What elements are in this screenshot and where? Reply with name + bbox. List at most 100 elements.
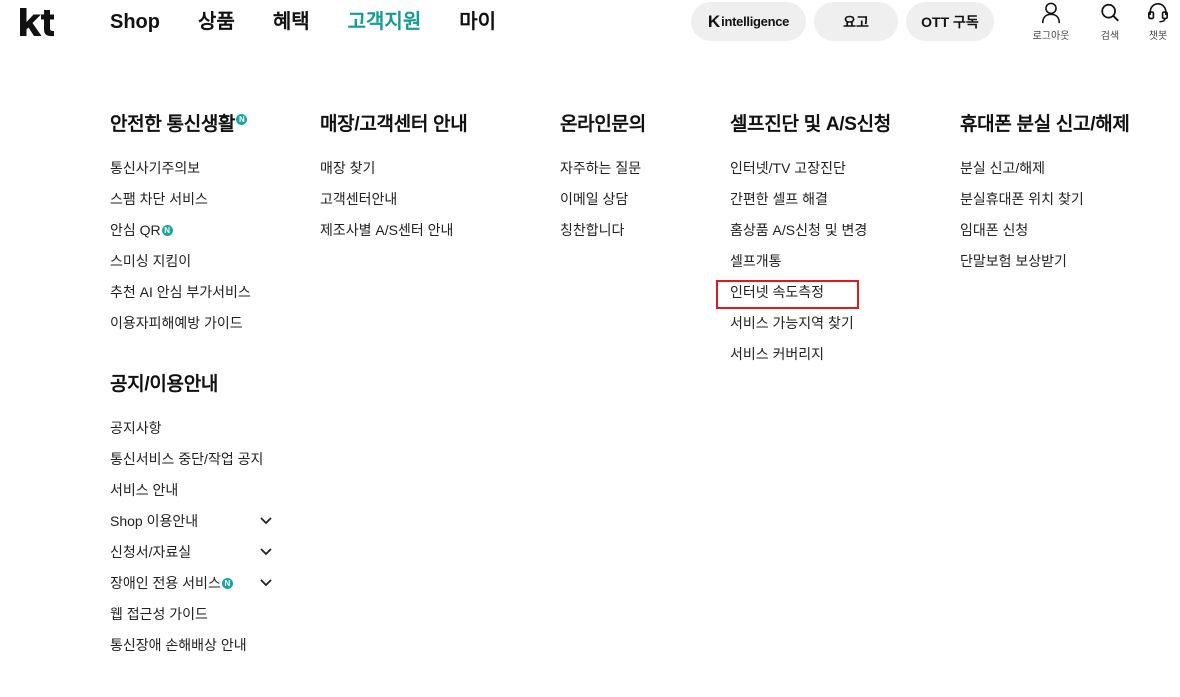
web-accessibility-link[interactable]: 웹 접근성 가이드 xyxy=(110,604,208,624)
new-badge-icon: N xyxy=(236,114,248,125)
gnb-my[interactable]: 마이 xyxy=(459,9,496,35)
list-item: 스미싱 지킴이 xyxy=(110,251,251,282)
rental-phone-link[interactable]: 임대폰 신청 xyxy=(960,220,1028,240)
service-coverage-link[interactable]: 서비스 커버리지 xyxy=(730,344,824,364)
section-title: 셀프진단 및 A/S신청 xyxy=(730,114,891,135)
global-nav: Shop 상품 혜택 고객지원 마이 xyxy=(110,9,496,35)
gnb-shop[interactable]: Shop xyxy=(110,9,160,35)
list-item: 서비스 안내 xyxy=(110,480,280,511)
gnb-benefits[interactable]: 혜택 xyxy=(273,9,310,35)
list-item: 서비스 커버리지 xyxy=(730,344,891,375)
k-intelligence-label: intelligence xyxy=(721,14,790,29)
fraud-alert-link[interactable]: 통신사기주의보 xyxy=(110,158,200,178)
chatbot-label: 챗봇 xyxy=(1148,31,1168,42)
k-mark-icon: K xyxy=(707,11,720,31)
list-item: 제조사별 A/S센터 안내 xyxy=(320,220,467,251)
link-list: 통신사기주의보 스팸 차단 서비스 안심 QR N 스미싱 지킴이 추천 AI 안… xyxy=(110,158,251,344)
search-icon xyxy=(1101,3,1119,22)
easy-self-fix-link[interactable]: 간편한 셀프 해결 xyxy=(730,189,828,209)
section-title: 공지/이용안내 xyxy=(110,374,219,395)
list-item: 웹 접근성 가이드 xyxy=(110,604,280,635)
list-item: 자주하는 질문 xyxy=(560,158,646,189)
list-item: 고객센터안내 xyxy=(320,189,467,220)
notice-link[interactable]: 공지사항 xyxy=(110,418,162,438)
list-item: 장애인 전용 서비스 N xyxy=(110,573,280,604)
chevron-down-icon[interactable] xyxy=(260,511,272,531)
gnb-products[interactable]: 상품 xyxy=(198,9,235,35)
new-badge-icon: N xyxy=(221,577,233,589)
ott-subscription-button[interactable]: OTT 구독 xyxy=(906,2,994,41)
list-item: 셀프개통 xyxy=(730,251,891,282)
logout-button[interactable]: 로그아웃 xyxy=(1029,2,1073,42)
new-badge-icon: N xyxy=(161,224,173,236)
device-insurance-link[interactable]: 단말보험 보상받기 xyxy=(960,251,1067,271)
list-item: 단말보험 보상받기 xyxy=(960,251,1130,282)
outage-compensation-link[interactable]: 통신장애 손해배상 안내 xyxy=(110,635,247,655)
headset-icon xyxy=(1148,3,1168,23)
chevron-down-icon[interactable] xyxy=(260,542,272,562)
list-item: 인터넷/TV 고장진단 xyxy=(730,158,891,189)
disability-service-link[interactable]: 장애인 전용 서비스 N xyxy=(110,573,233,593)
damage-prevention-guide-link[interactable]: 이용자피해예방 가이드 xyxy=(110,313,243,333)
service-interruption-link[interactable]: 통신서비스 중단/작업 공지 xyxy=(110,449,263,469)
store-finder-link[interactable]: 매장 찾기 xyxy=(320,158,375,178)
list-item: Shop 이용안내 xyxy=(110,511,280,542)
lost-report-link[interactable]: 분실 신고/해제 xyxy=(960,158,1045,178)
list-item: 분실 신고/해제 xyxy=(960,158,1130,189)
email-consult-link[interactable]: 이메일 상담 xyxy=(560,189,628,209)
lost-phone-locate-link[interactable]: 분실휴대폰 위치 찾기 xyxy=(960,189,1084,209)
link-label: 장애인 전용 서비스 xyxy=(110,575,221,591)
section-title: 휴대폰 분실 신고/해제 xyxy=(960,114,1130,135)
search-button[interactable]: 검색 xyxy=(1088,2,1132,42)
list-item: 추천 AI 안심 부가서비스 xyxy=(110,282,251,313)
list-item: 스팸 차단 서비스 xyxy=(110,189,251,220)
section-title-text: 안전한 통신생활 xyxy=(110,114,236,135)
link-list: 인터넷/TV 고장진단 간편한 셀프 해결 홈상품 A/S신청 및 변경 셀프개… xyxy=(730,158,891,375)
chevron-down-icon[interactable] xyxy=(260,573,272,593)
k-intelligence-button[interactable]: K intelligence xyxy=(691,2,806,41)
list-item: 매장 찾기 xyxy=(320,158,467,189)
list-item: 안심 QR N xyxy=(110,220,251,251)
ai-safety-addon-link[interactable]: 추천 AI 안심 부가서비스 xyxy=(110,282,251,302)
link-list: 매장 찾기 고객센터안내 제조사별 A/S센터 안내 xyxy=(320,158,467,251)
lost-phone-section: 휴대폰 분실 신고/해제 분실 신고/해제 분실휴대폰 위치 찾기 임대폰 신청… xyxy=(960,112,1130,282)
safe-qr-link[interactable]: 안심 QR N xyxy=(110,220,173,240)
self-activation-link[interactable]: 셀프개통 xyxy=(730,251,782,271)
list-item: 이용자피해예방 가이드 xyxy=(110,313,251,344)
customer-center-link[interactable]: 고객센터안내 xyxy=(320,189,397,209)
online-inquiry-section: 온라인문의 자주하는 질문 이메일 상담 칭찬합니다 xyxy=(560,112,646,251)
shop-guide-link[interactable]: Shop 이용안내 xyxy=(110,511,198,531)
notice-section: 공지/이용안내 공지사항 통신서비스 중단/작업 공지 서비스 안내 Shop … xyxy=(110,372,280,666)
manufacturer-as-link[interactable]: 제조사별 A/S센터 안내 xyxy=(320,220,453,240)
spam-block-link[interactable]: 스팸 차단 서비스 xyxy=(110,189,208,209)
chatbot-button[interactable]: 챗봇 xyxy=(1136,2,1180,42)
list-item: 통신사기주의보 xyxy=(110,158,251,189)
service-area-finder-link[interactable]: 서비스 가능지역 찾기 xyxy=(730,313,854,333)
gnb-customer-support[interactable]: 고객지원 xyxy=(348,9,422,35)
internet-tv-diagnosis-link[interactable]: 인터넷/TV 고장진단 xyxy=(730,158,846,178)
list-item: 간편한 셀프 해결 xyxy=(730,189,891,220)
faq-link[interactable]: 자주하는 질문 xyxy=(560,158,641,178)
list-item: 서비스 가능지역 찾기 xyxy=(730,313,891,344)
list-item: 통신장애 손해배상 안내 xyxy=(110,635,280,666)
self-diagnosis-section: 셀프진단 및 A/S신청 인터넷/TV 고장진단 간편한 셀프 해결 홈상품 A… xyxy=(730,112,891,375)
service-guide-link[interactable]: 서비스 안내 xyxy=(110,480,178,500)
search-label: 검색 xyxy=(1100,31,1120,42)
list-item: 공지사항 xyxy=(110,418,280,449)
home-as-request-link[interactable]: 홈상품 A/S신청 및 변경 xyxy=(730,220,867,240)
smishing-guard-link[interactable]: 스미싱 지킴이 xyxy=(110,251,191,271)
compliment-link[interactable]: 칭찬합니다 xyxy=(560,220,624,240)
link-label: 안심 QR xyxy=(110,222,161,238)
forms-library-link[interactable]: 신청서/자료실 xyxy=(110,542,191,562)
list-item: 임대폰 신청 xyxy=(960,220,1130,251)
link-list: 공지사항 통신서비스 중단/작업 공지 서비스 안내 Shop 이용안내 신청서… xyxy=(110,418,280,666)
section-title: 매장/고객센터 안내 xyxy=(320,114,468,135)
store-center-section: 매장/고객센터 안내 매장 찾기 고객센터안내 제조사별 A/S센터 안내 xyxy=(320,112,468,251)
link-list: 자주하는 질문 이메일 상담 칭찬합니다 xyxy=(560,158,646,251)
logout-label: 로그아웃 xyxy=(1032,31,1070,42)
list-item: 이메일 상담 xyxy=(560,189,646,220)
kt-logo[interactable]: kt xyxy=(19,6,55,38)
section-title: 안전한 통신생활 N xyxy=(110,112,251,138)
list-item: 칭찬합니다 xyxy=(560,220,646,251)
yogo-plan-button[interactable]: 요고 xyxy=(814,2,898,41)
